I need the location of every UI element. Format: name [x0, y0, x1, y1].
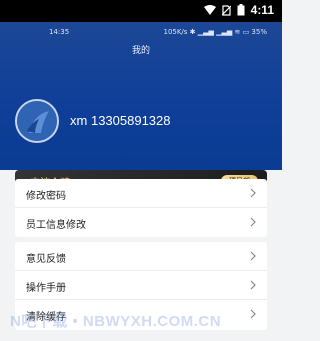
profile-header: 14:35 105K/s ✱ ▁▃▅ ▁▃▅ ≋ ▭ 35% 我的 xm 133… [0, 22, 282, 191]
avatar[interactable] [15, 99, 59, 143]
inner-status-bar: 14:35 105K/s ✱ ▁▃▅ ▁▃▅ ≋ ▭ 35% [0, 28, 282, 40]
user-phone: 13305891328 [90, 113, 171, 128]
menu-item-change-password[interactable]: 修改密码 [15, 179, 267, 208]
inner-status-time: 14:35 [49, 28, 70, 36]
watermark: N吧下载 • NBWYXH.COM.CN [10, 313, 222, 330]
user-account: xm 13305891328 [70, 113, 171, 128]
menu-card-account: 修改密码 员工信息修改 [15, 179, 267, 237]
battery-icon [237, 4, 245, 16]
chevron-right-icon [250, 251, 256, 261]
user-name: xm [70, 113, 88, 128]
chevron-right-icon [250, 217, 256, 227]
menu-item-label: 意见反馈 [26, 254, 66, 265]
wifi-icon [203, 5, 216, 15]
menu-item-label: 员工信息修改 [26, 220, 86, 231]
menu-item-edit-employee-info[interactable]: 员工信息修改 [15, 208, 267, 237]
menu-item-user-manual[interactable]: 操作手册 [15, 271, 267, 300]
chevron-right-icon [250, 188, 256, 198]
system-status-bar: 4:11 [0, 0, 282, 22]
menu-item-label: 操作手册 [26, 283, 66, 294]
chevron-right-icon [250, 280, 256, 290]
menu-item-label: 修改密码 [26, 191, 66, 202]
page-title: 我的 [131, 46, 150, 56]
inner-status-indicators: 105K/s ✱ ▁▃▅ ▁▃▅ ≋ ▭ 35% [163, 28, 267, 36]
avatar-logo-icon [17, 101, 57, 141]
menu-item-feedback[interactable]: 意见反馈 [15, 242, 267, 271]
chevron-right-icon [250, 309, 256, 319]
system-time: 4:11 [250, 3, 274, 17]
no-sim-icon [221, 4, 231, 16]
